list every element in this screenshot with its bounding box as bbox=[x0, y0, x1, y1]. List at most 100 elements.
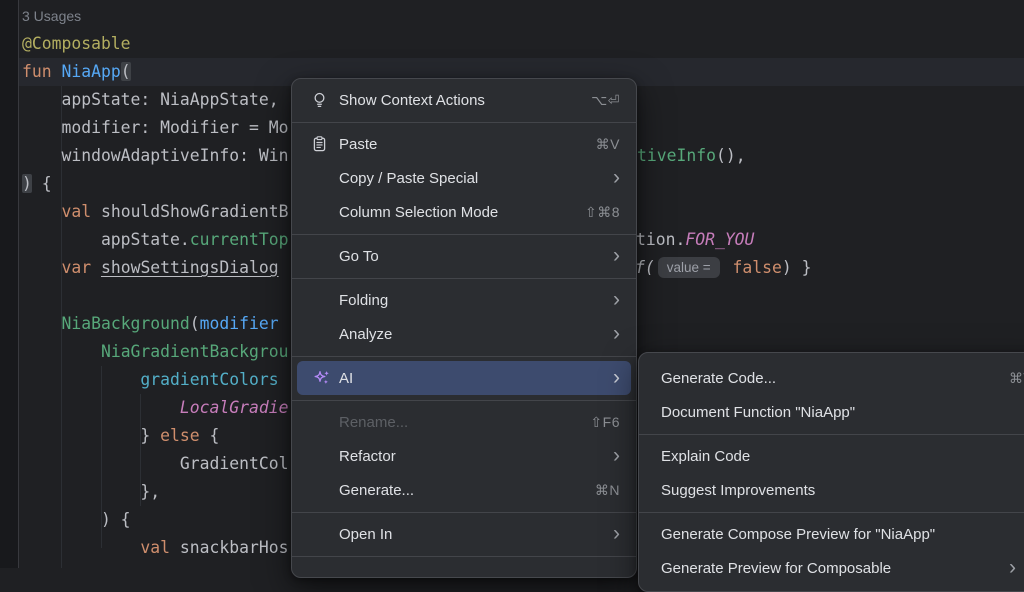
code-line: windowAdaptiveInfo: Win bbox=[22, 142, 288, 170]
menu-item-label: Rename... bbox=[339, 414, 408, 431]
menu-item-label: Go To bbox=[339, 248, 379, 265]
submenu-arrow-icon: › bbox=[613, 245, 620, 266]
menu-separator bbox=[292, 122, 636, 123]
code-line: ) { bbox=[22, 506, 131, 534]
code-token: showSettingsDialog bbox=[101, 258, 279, 277]
menu-item-folding[interactable]: Folding› bbox=[292, 283, 636, 317]
code-token: var bbox=[61, 258, 91, 277]
menu-item-analyze[interactable]: Analyze› bbox=[292, 317, 636, 351]
menu-item-label: Explain Code bbox=[661, 448, 750, 465]
code-line: gradientColors bbox=[22, 366, 279, 394]
code-line: GradientCol bbox=[22, 450, 288, 478]
menu-item-document-function-niaapp[interactable]: Document Function "NiaApp" bbox=[639, 395, 1024, 429]
code-token: { bbox=[200, 426, 220, 445]
code-token: LocalGradie bbox=[180, 398, 289, 417]
menu-item-rename[interactable]: Rename... ⇧F6 bbox=[292, 405, 636, 439]
menu-item-show-context-actions[interactable]: Show Context Actions⌥⏎ bbox=[292, 83, 636, 117]
code-token: tion. bbox=[636, 230, 685, 249]
code-token: 3 Usages bbox=[22, 8, 81, 24]
menu-item-refactor[interactable]: Refactor › bbox=[292, 439, 636, 473]
menu-separator bbox=[292, 278, 636, 279]
editor-gutter[interactable] bbox=[0, 0, 19, 568]
code-token: { bbox=[32, 174, 52, 193]
code-line: appState.currentTop bbox=[22, 226, 288, 254]
menu-item-label: Generate Preview for Composable bbox=[661, 560, 891, 577]
code-fragment: f(value = false) } bbox=[635, 254, 812, 282]
menu-item-label: Document Function "NiaApp" bbox=[661, 404, 855, 421]
code-token bbox=[22, 258, 61, 277]
shortcut-hint: ⌘N bbox=[595, 482, 620, 499]
menu-item-label: Generate Code... bbox=[661, 370, 776, 387]
code-token bbox=[22, 342, 101, 361]
code-token: f( bbox=[635, 258, 655, 277]
code-token: ) } bbox=[782, 258, 812, 277]
code-token: @Composable bbox=[22, 34, 131, 53]
code-token: ) { bbox=[22, 510, 131, 529]
code-line: NiaGradientBackgrou bbox=[22, 338, 288, 366]
menu-item-open-in[interactable]: Open In › bbox=[292, 517, 636, 551]
code-line: fun NiaApp( bbox=[22, 58, 131, 86]
code-token: FOR_YOU bbox=[685, 230, 754, 249]
menu-item-go-to[interactable]: Go To › bbox=[292, 239, 636, 273]
code-token: gradientColors bbox=[140, 370, 278, 389]
menu-item-label: Copy / Paste Special bbox=[339, 170, 478, 187]
code-token: ( bbox=[121, 62, 131, 81]
code-token bbox=[22, 314, 61, 333]
ai-sparkle-icon bbox=[313, 369, 332, 388]
menu-item-label: Generate... bbox=[339, 482, 414, 499]
menu-item-label: Paste bbox=[339, 136, 377, 153]
menu-item-ai[interactable]: AI› bbox=[297, 361, 631, 395]
code-token: NiaBackground bbox=[61, 314, 189, 333]
menu-item-column-selection-mode[interactable]: Column Selection Mode⇧⌘8 bbox=[292, 195, 636, 229]
code-token: else bbox=[160, 426, 199, 445]
code-line: LocalGradie bbox=[22, 394, 288, 422]
menu-item-generate-compose-preview-for-niaapp[interactable]: Generate Compose Preview for "NiaApp" bbox=[639, 517, 1024, 551]
code-token: modifier bbox=[200, 314, 279, 333]
code-line: var showSettingsDialog bbox=[22, 254, 279, 282]
menu-item-explain-code[interactable]: Explain Code bbox=[639, 439, 1024, 473]
code-token: GradientCol bbox=[22, 454, 288, 473]
code-token bbox=[22, 538, 140, 557]
code-token bbox=[22, 370, 140, 389]
menu-item-label: Open In bbox=[339, 526, 392, 543]
shortcut-hint: ⇧F6 bbox=[590, 414, 620, 431]
inlay-hint-badge: value = bbox=[658, 257, 720, 278]
shortcut-hint: ⌘\ bbox=[1009, 370, 1024, 387]
code-token: (), bbox=[716, 146, 746, 165]
menu-item-label: AI bbox=[339, 370, 353, 387]
submenu-arrow-icon: › bbox=[613, 167, 620, 188]
menu-separator bbox=[292, 512, 636, 513]
menu-item-label: Generate Compose Preview for "NiaApp" bbox=[661, 526, 935, 543]
ai-submenu: Generate Code... ⌘\ Document Function "Nia… bbox=[638, 352, 1024, 592]
menu-item-generate-preview-for-composable[interactable]: Generate Preview for Composable› bbox=[639, 551, 1024, 585]
shortcut-hint: ⌥⏎ bbox=[591, 92, 620, 109]
menu-item-label: Suggest Improvements bbox=[661, 482, 815, 499]
code-line: } else { bbox=[22, 422, 219, 450]
menu-item-generate[interactable]: Generate... ⌘N bbox=[292, 473, 636, 507]
code-token: appState: NiaAppState, bbox=[22, 90, 279, 109]
menu-item-suggest-improvements[interactable]: Suggest Improvements bbox=[639, 473, 1024, 507]
code-line: val shouldShowGradientB bbox=[22, 198, 288, 226]
code-token: currentTop bbox=[190, 230, 289, 249]
code-line: @Composable bbox=[22, 30, 131, 58]
submenu-arrow-icon: › bbox=[613, 523, 620, 544]
code-token bbox=[723, 258, 733, 277]
code-token: snackbarHos bbox=[170, 538, 288, 557]
code-line: ) { bbox=[22, 170, 52, 198]
shortcut-hint: ⌘V bbox=[596, 136, 620, 153]
code-token: false bbox=[733, 258, 782, 277]
code-token: val bbox=[61, 202, 91, 221]
code-token: }, bbox=[22, 482, 160, 501]
menu-item-label: Folding bbox=[339, 292, 388, 309]
code-token: val bbox=[140, 538, 170, 557]
code-token: ( bbox=[190, 314, 200, 333]
submenu-arrow-icon: › bbox=[613, 445, 620, 466]
menu-item-label: Refactor bbox=[339, 448, 396, 465]
menu-item-generate-code[interactable]: Generate Code... ⌘\ bbox=[639, 361, 1024, 395]
menu-item-paste[interactable]: Paste ⌘V bbox=[292, 127, 636, 161]
code-line: }, bbox=[22, 478, 160, 506]
code-line: val snackbarHos bbox=[22, 534, 288, 562]
menu-item-copy-paste-special[interactable]: Copy / Paste Special › bbox=[292, 161, 636, 195]
code-token bbox=[91, 258, 101, 277]
code-token: fun bbox=[22, 62, 61, 81]
